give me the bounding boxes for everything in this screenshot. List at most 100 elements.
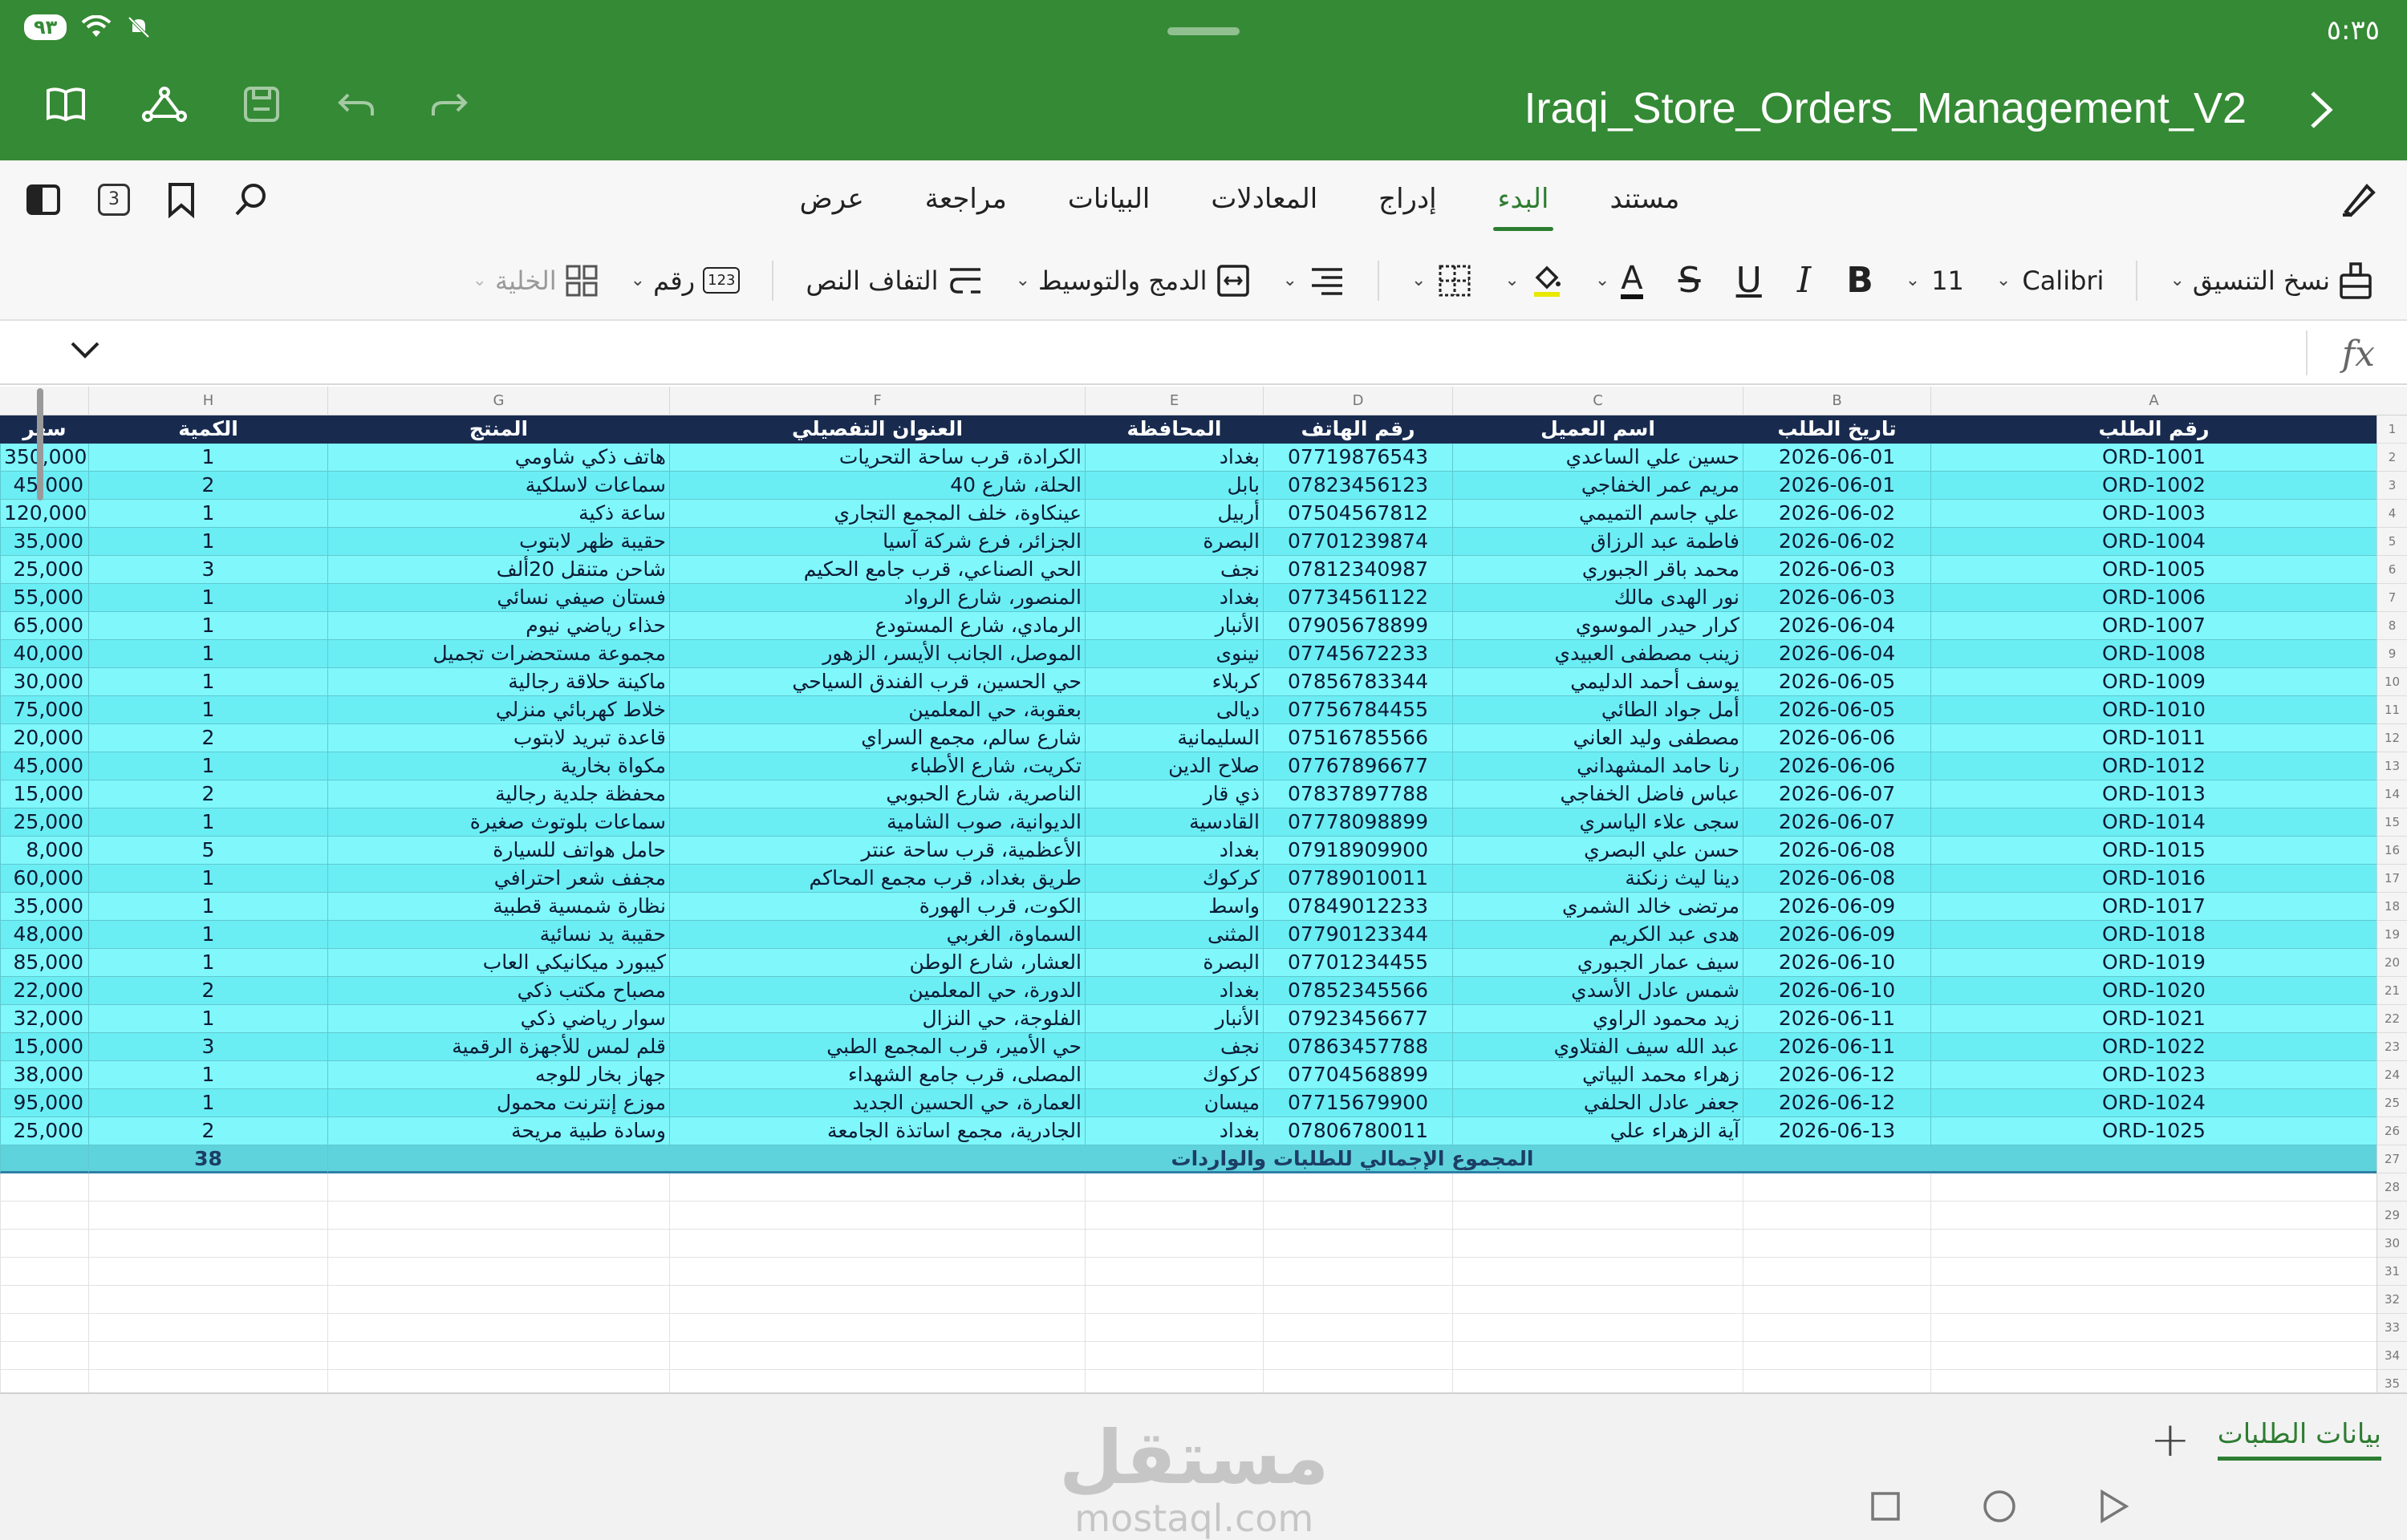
italic-button[interactable]: I <box>1797 260 1811 301</box>
column-title[interactable]: رقم الطلب <box>1930 415 2377 444</box>
empty-cell[interactable] <box>327 1173 669 1202</box>
empty-cell[interactable] <box>1930 1314 2377 1342</box>
row-number[interactable]: 2 <box>2377 444 2407 472</box>
table-cell[interactable]: كربلاء <box>1085 668 1263 696</box>
book-icon[interactable] <box>45 86 87 123</box>
table-cell[interactable]: 07905678899 <box>1263 612 1452 640</box>
spreadsheet-grid[interactable]: ABCDEFGH 1 2 3 4 5 6 7 8 9 10 11 12 13 14 15 16 17 18 19 20… <box>0 387 2407 1392</box>
table-cell[interactable]: بعقوبة، حي المعلمين <box>669 696 1085 724</box>
merge-center-button[interactable]: الدمج والتوسيط ⌄ <box>1016 263 1251 298</box>
table-cell[interactable]: مكواة بخارية <box>327 752 669 780</box>
share-icon[interactable] <box>141 86 188 123</box>
table-cell[interactable]: 07918909900 <box>1263 837 1452 865</box>
table-cell[interactable]: ORD-1024 <box>1930 1089 2377 1117</box>
table-cell[interactable]: 2026-06-07 <box>1743 808 1930 837</box>
table-cell[interactable]: ORD-1019 <box>1930 949 2377 977</box>
row-number[interactable]: 34 <box>2377 1342 2407 1370</box>
row-number[interactable]: 23 <box>2377 1033 2407 1061</box>
row-number[interactable]: 8 <box>2377 612 2407 640</box>
table-cell[interactable]: 2026-06-06 <box>1743 724 1930 752</box>
column-header-f[interactable]: F <box>669 387 1085 415</box>
table-cell[interactable]: حامل هواتف للسيارة <box>327 837 669 865</box>
table-cell[interactable]: 22,000 <box>0 977 88 1005</box>
tab-document[interactable]: مستند <box>1605 183 1684 215</box>
table-cell[interactable]: مريم عمر الخفاجي <box>1452 472 1743 500</box>
empty-cell[interactable] <box>1743 1342 1930 1370</box>
add-sheet-button[interactable]: + <box>2150 1412 2190 1468</box>
table-cell[interactable]: 1 <box>88 640 327 668</box>
empty-cell[interactable] <box>327 1286 669 1314</box>
table-cell[interactable]: 07767896677 <box>1263 752 1452 780</box>
table-cell[interactable]: 1 <box>88 1005 327 1033</box>
tab-data[interactable]: البيانات <box>1063 183 1155 215</box>
empty-cell[interactable] <box>1452 1286 1743 1314</box>
row-number[interactable]: 27 <box>2377 1145 2407 1173</box>
table-cell[interactable]: شاحن متنقل 20ألف <box>327 556 669 584</box>
table-cell[interactable]: 2026-06-09 <box>1743 921 1930 949</box>
table-cell[interactable]: 2026-06-08 <box>1743 837 1930 865</box>
document-title[interactable]: Iraqi_Store_Orders_Management_V2 <box>1524 83 2247 133</box>
table-cell[interactable]: 2026-06-02 <box>1743 528 1930 556</box>
row-number[interactable]: 17 <box>2377 865 2407 893</box>
table-cell[interactable]: ORD-1003 <box>1930 500 2377 528</box>
row-number[interactable]: 21 <box>2377 977 2407 1005</box>
table-cell[interactable]: 35,000 <box>0 893 88 921</box>
table-cell[interactable]: حي الأمير، قرب المجمع الطبي <box>669 1033 1085 1061</box>
redo-icon[interactable] <box>430 88 470 120</box>
empty-cell[interactable] <box>1452 1173 1743 1202</box>
table-cell[interactable]: 15,000 <box>0 780 88 808</box>
empty-cell[interactable] <box>1743 1173 1930 1202</box>
table-cell[interactable]: حقيبة ظهر لابتوب <box>327 528 669 556</box>
table-cell[interactable]: سوار رياضي ذكي <box>327 1005 669 1033</box>
empty-cell[interactable] <box>88 1173 327 1202</box>
table-cell[interactable]: 2026-06-10 <box>1743 949 1930 977</box>
empty-cell[interactable] <box>88 1314 327 1342</box>
table-cell[interactable]: الكوت، قرب الهورة <box>669 893 1085 921</box>
table-cell[interactable]: حقيبة يد نسائية <box>327 921 669 949</box>
table-cell[interactable]: القادسية <box>1085 808 1263 837</box>
table-cell[interactable]: فاطمة عبد الرزاق <box>1452 528 1743 556</box>
table-cell[interactable]: ماكينة حلاقة رجالية <box>327 668 669 696</box>
table-cell[interactable]: 07516785566 <box>1263 724 1452 752</box>
table-cell[interactable]: زينب مصطفى العبيدي <box>1452 640 1743 668</box>
table-cell[interactable]: 20,000 <box>0 724 88 752</box>
table-cell[interactable]: ساعة ذكية <box>327 500 669 528</box>
table-cell[interactable]: 55,000 <box>0 584 88 612</box>
table-cell[interactable]: بغداد <box>1085 977 1263 1005</box>
table-cell[interactable]: سماعات بلوتوث صغيرة <box>327 808 669 837</box>
table-cell[interactable]: 45,000 <box>0 472 88 500</box>
table-cell[interactable]: 07704568899 <box>1263 1061 1452 1089</box>
table-cell[interactable]: الأنبار <box>1085 1005 1263 1033</box>
row-number[interactable]: 12 <box>2377 724 2407 752</box>
empty-cell[interactable] <box>0 1173 88 1202</box>
row-number[interactable]: 33 <box>2377 1314 2407 1342</box>
table-cell[interactable]: 1 <box>88 528 327 556</box>
table-cell[interactable]: ORD-1008 <box>1930 640 2377 668</box>
table-cell[interactable]: نور الهدى مالك <box>1452 584 1743 612</box>
table-cell[interactable]: ميسان <box>1085 1089 1263 1117</box>
row-number[interactable]: 30 <box>2377 1230 2407 1258</box>
table-cell[interactable]: الجزائر، فرع شركة آسيا <box>669 528 1085 556</box>
table-cell[interactable]: السماوة، الغربي <box>669 921 1085 949</box>
empty-cell[interactable] <box>669 1230 1085 1258</box>
table-cell[interactable]: حسين علي الساعدي <box>1452 444 1743 472</box>
table-cell[interactable]: 2026-06-13 <box>1743 1117 1930 1145</box>
font-name-select[interactable]: ⌄ Calibri <box>1996 265 2105 296</box>
row-number[interactable]: 26 <box>2377 1117 2407 1145</box>
table-cell[interactable]: شارع سالم، مجمع السراي <box>669 724 1085 752</box>
empty-cell[interactable] <box>88 1286 327 1314</box>
table-cell[interactable]: 07715679900 <box>1263 1089 1452 1117</box>
empty-cell[interactable] <box>1085 1173 1263 1202</box>
tab-home[interactable]: البدء <box>1492 183 1554 231</box>
empty-cell[interactable] <box>1263 1286 1452 1314</box>
table-cell[interactable]: نجف <box>1085 556 1263 584</box>
sheet-body[interactable]: رقم الطلب تاريخ الطلب اسم العميل رقم الهاتف… <box>0 415 2377 1392</box>
table-cell[interactable]: علي جاسم التميمي <box>1452 500 1743 528</box>
table-cell[interactable]: 07849012233 <box>1263 893 1452 921</box>
column-header-a[interactable]: A <box>1930 387 2377 415</box>
table-cell[interactable]: 07856783344 <box>1263 668 1452 696</box>
borders-button[interactable]: ⌄ <box>1411 263 1472 298</box>
table-cell[interactable]: 2026-06-03 <box>1743 584 1930 612</box>
table-cell[interactable]: 07863457788 <box>1263 1033 1452 1061</box>
table-cell[interactable]: 1 <box>88 949 327 977</box>
